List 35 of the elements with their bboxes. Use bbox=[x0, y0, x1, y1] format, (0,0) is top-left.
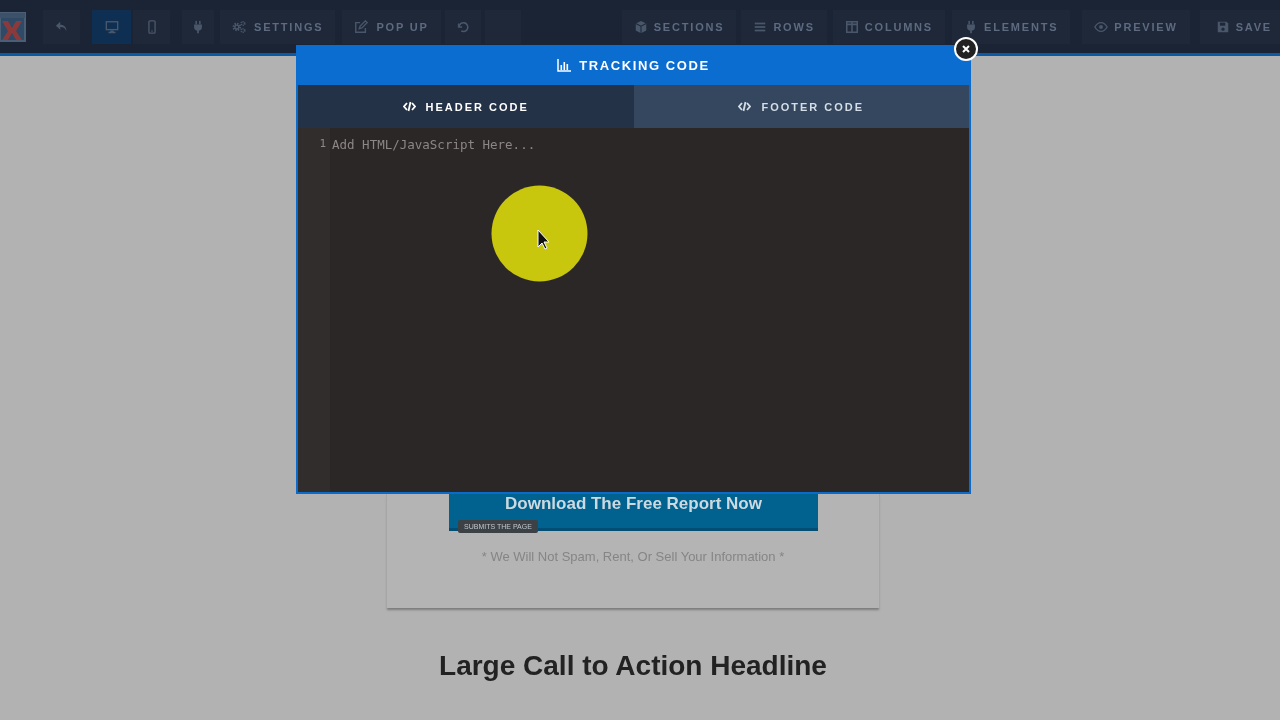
plug-icon bbox=[964, 19, 978, 34]
edit-icon bbox=[354, 19, 369, 34]
page-headline: Large Call to Action Headline bbox=[439, 649, 827, 683]
toolbar-button[interactable]: COLUMNS bbox=[832, 9, 945, 44]
reset-button[interactable] bbox=[444, 9, 481, 44]
cursor-highlight-icon bbox=[491, 185, 588, 282]
plug-icon bbox=[191, 19, 205, 34]
code-icon bbox=[738, 101, 752, 112]
desktop-icon bbox=[104, 19, 119, 34]
gears-icon bbox=[232, 19, 246, 34]
toolbar-button[interactable]: SAVE bbox=[1199, 9, 1280, 44]
toolbar-button[interactable] bbox=[484, 9, 521, 44]
plugin-button[interactable] bbox=[182, 9, 214, 44]
code-tab[interactable]: FOOTER CODE bbox=[633, 85, 969, 128]
columns-icon bbox=[844, 19, 859, 34]
toolbar-button[interactable]: SETTINGS bbox=[220, 9, 336, 44]
rotate-arrow-icon bbox=[455, 19, 470, 34]
toolbar-button[interactable]: ELEMENTS bbox=[952, 9, 1071, 44]
code-tab[interactable]: HEADER CODE bbox=[298, 85, 634, 128]
bar-chart-icon bbox=[557, 58, 572, 72]
dialog-title: TRACKING CODE bbox=[579, 57, 710, 73]
code-input[interactable]: Add HTML/JavaScript Here... bbox=[330, 128, 969, 492]
undo-button[interactable] bbox=[43, 9, 80, 44]
toolbar-button[interactable]: PREVIEW bbox=[1082, 9, 1190, 44]
line-number: 1 bbox=[319, 137, 327, 151]
cube-icon bbox=[633, 19, 648, 34]
logo-icon bbox=[0, 11, 26, 42]
eye-icon bbox=[1094, 19, 1109, 34]
code-icon bbox=[402, 101, 416, 112]
toolbar-button[interactable]: SECTIONS bbox=[621, 9, 737, 44]
toolbar-button[interactable]: ROWS bbox=[741, 9, 827, 44]
toolbar-button[interactable]: POP UP bbox=[342, 9, 441, 44]
mobile-view-button[interactable] bbox=[133, 9, 170, 44]
close-icon bbox=[962, 45, 970, 53]
desktop-view-button[interactable] bbox=[92, 9, 131, 44]
